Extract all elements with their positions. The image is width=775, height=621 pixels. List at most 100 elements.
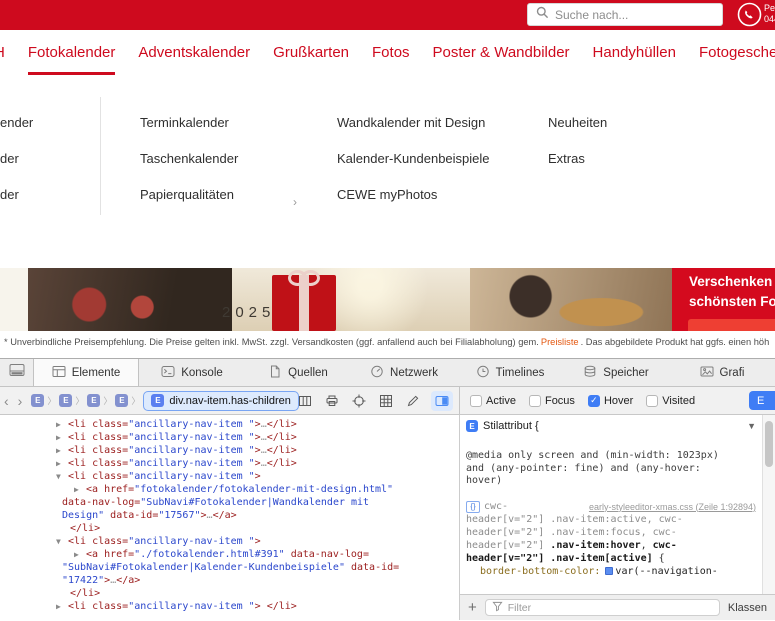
columns-icon[interactable] xyxy=(296,392,314,410)
dom-tree-row[interactable]: ▶<li class="ancillary-nav-item ">…</li> xyxy=(0,418,459,431)
megamenu-item[interactable]: der xyxy=(0,151,33,166)
element-badge[interactable]: E xyxy=(59,394,72,407)
code-token: "fotokalender/fotokalender-mit-design.ht… xyxy=(134,484,393,495)
media-query-line[interactable]: and (any-pointer: fine) and (any-hover: xyxy=(466,463,756,476)
nav-item-grußkarten[interactable]: Grußkarten xyxy=(273,30,349,75)
nav-item-fotos[interactable]: Fotos xyxy=(372,30,410,75)
dom-tree-row[interactable]: ▼<li class="ancillary-nav-item "> xyxy=(0,470,459,483)
pseudo-toggle-visited[interactable]: Visited xyxy=(646,395,695,407)
disclosure-triangle[interactable]: ▶ xyxy=(74,483,86,496)
megamenu-item[interactable]: ender xyxy=(0,115,33,130)
disclosure-triangle[interactable]: ▶ xyxy=(74,548,86,561)
disclosure-triangle[interactable]: ▶ xyxy=(56,457,68,470)
dom-tree-row[interactable]: "SubNavi#Fotokalender|Kalender-Kundenbei… xyxy=(0,561,459,574)
tab-timelines[interactable]: Timelines xyxy=(457,359,563,386)
scrollbar-thumb[interactable] xyxy=(765,421,773,467)
search-input[interactable]: Suche nach... xyxy=(527,3,723,26)
dock-side-button[interactable] xyxy=(0,359,33,386)
dom-tree-row[interactable]: ▶<li class="ancillary-nav-item ">…</li> xyxy=(0,444,459,457)
target-icon[interactable] xyxy=(350,392,368,410)
dom-tree-row[interactable]: data-nav-log="SubNavi#Fotokalender|Wandk… xyxy=(0,496,459,509)
nav-item-h[interactable]: H xyxy=(0,30,5,75)
nav-item-poster-wandbilder[interactable]: Poster & Wandbilder xyxy=(433,30,570,75)
panel-toggle-button[interactable]: E xyxy=(749,391,775,410)
megamenu-item[interactable]: der xyxy=(0,187,33,202)
price-list-link[interactable]: Preisliste xyxy=(541,337,579,347)
tab-konsole[interactable]: Konsole xyxy=(139,359,245,386)
nav-item-fotokalender[interactable]: Fotokalender xyxy=(28,30,116,75)
style-filter-input[interactable]: Filter xyxy=(485,599,720,616)
dom-tree-row[interactable]: Design" data-id="17567">…</a> xyxy=(0,509,459,522)
dom-tree-row[interactable]: </li> xyxy=(0,587,459,600)
promo-banner[interactable]: 2025 Verschenken S schönsten Fot xyxy=(0,268,775,331)
megamenu-item[interactable]: Papierqualitäten xyxy=(140,187,238,202)
dom-tree-row[interactable]: ▶<li class="ancillary-nav-item ">…</li> xyxy=(0,431,459,444)
dom-tree-row[interactable]: ▶<a href="./fotokalender.html#391" data-… xyxy=(0,548,459,561)
tab-label: Netzwerk xyxy=(390,367,438,379)
element-badge[interactable]: E xyxy=(31,394,44,407)
pseudo-toggle-focus[interactable]: Focus xyxy=(529,395,575,407)
disclosure-triangle[interactable]: ▶ xyxy=(56,600,68,613)
disclosure-triangle[interactable]: ▶ xyxy=(56,418,68,431)
megamenu-item[interactable]: Kalender-Kundenbeispiele xyxy=(337,151,490,166)
nav-item-handyhüllen[interactable]: Handyhüllen xyxy=(593,30,676,75)
promo-cta-button[interactable] xyxy=(688,319,775,331)
megamenu-item[interactable]: CEWE myPhotos xyxy=(337,187,490,202)
add-rule-button[interactable]: + xyxy=(468,600,477,615)
dom-tree-row[interactable]: ▼<li class="ancillary-nav-item "> xyxy=(0,535,459,548)
dom-tree-row[interactable]: ▶<li class="ancillary-nav-item ">…</li> xyxy=(0,457,459,470)
nav-item-adventskalender[interactable]: Adventskalender xyxy=(138,30,250,75)
tab-speicher[interactable]: Speicher xyxy=(563,359,669,386)
css-property-row[interactable]: border-bottom-color:var(--navigation- xyxy=(466,565,756,578)
stylesheet-source-link[interactable]: early-styleeditor-xmas.css (Zeile 1:9289… xyxy=(589,502,756,512)
checkbox-visited[interactable] xyxy=(646,395,658,407)
media-query-line[interactable]: hover) xyxy=(466,475,756,488)
megamenu-item[interactable]: Taschenkalender xyxy=(140,151,238,166)
dom-tree-row[interactable]: ▶<li class="ancillary-nav-item "> </li> xyxy=(0,600,459,613)
history-back-icon[interactable]: ‹ xyxy=(0,393,18,409)
tab-quellen[interactable]: Quellen xyxy=(245,359,351,386)
dom-tree-row[interactable]: "17422">…</a> xyxy=(0,574,459,587)
dom-tree-row[interactable]: ▶<a href="fotokalender/fotokalender-mit-… xyxy=(0,483,459,496)
styles-scrollbar[interactable] xyxy=(762,415,775,594)
css-selector-line[interactable]: header[v="2"] .nav-item:hover, cwc- xyxy=(466,539,756,552)
tab-elemente[interactable]: Elemente xyxy=(33,359,139,386)
megamenu-item[interactable]: Extras xyxy=(548,151,607,166)
disclosure-triangle[interactable]: ▶ xyxy=(56,444,68,457)
disclosure-triangle[interactable]: ▼ xyxy=(56,470,68,483)
checkbox-focus[interactable] xyxy=(529,395,541,407)
tab-grafi[interactable]: Grafi xyxy=(669,359,775,386)
checkbox-active[interactable] xyxy=(470,395,482,407)
css-variable-swatch[interactable] xyxy=(605,567,613,575)
checkbox-hover[interactable] xyxy=(588,395,600,407)
grid-icon[interactable] xyxy=(377,392,395,410)
disclosure-triangle[interactable]: ▼ xyxy=(56,535,68,548)
nav-item-fotogeschenke[interactable]: Fotogeschenke xyxy=(699,30,775,75)
megamenu-item[interactable]: Wandkalender mit Design xyxy=(337,115,490,130)
disclosure-triangle[interactable]: ▶ xyxy=(56,431,68,444)
css-rule-header[interactable]: {} cwc- early-styleeditor-xmas.css (Zeil… xyxy=(466,501,756,513)
classes-button[interactable]: Klassen xyxy=(728,602,767,614)
media-query-line[interactable]: @media only screen and (min-width: 1023p… xyxy=(466,450,756,463)
element-badge[interactable]: E xyxy=(87,394,100,407)
dom-tree-row[interactable]: </li> xyxy=(0,522,459,535)
phone-icon[interactable] xyxy=(737,2,762,27)
style-attribute-section[interactable]: E Stilattribut { xyxy=(466,420,756,432)
split-icon[interactable] xyxy=(431,391,453,411)
inspector-tab-bar: ElementeKonsoleQuellen Netzwerk TimelinesS… xyxy=(0,359,775,387)
history-forward-icon[interactable]: › xyxy=(18,393,32,409)
css-selector-line[interactable]: header[v="2"] .nav-item:active, cwc- xyxy=(466,513,756,526)
pseudo-toggle-active[interactable]: Active xyxy=(470,395,516,407)
element-badge[interactable]: E xyxy=(115,394,128,407)
megamenu-item[interactable]: Terminkalender xyxy=(140,115,238,130)
breadcrumb-selected-node[interactable]: E div.nav-item.has-children xyxy=(143,391,298,411)
css-selector-line[interactable]: header[v="2"] .nav-item:focus, cwc- xyxy=(466,526,756,539)
promo-panel[interactable]: Verschenken S schönsten Fot xyxy=(672,268,775,331)
draw-icon[interactable] xyxy=(404,392,422,410)
megamenu-item[interactable]: Neuheiten xyxy=(548,115,607,130)
print-icon[interactable] xyxy=(323,392,341,410)
css-selector-line[interactable]: header[v="2"] .nav-item[active] { xyxy=(466,552,756,565)
tab-netzwerk[interactable]: Netzwerk xyxy=(351,359,457,386)
pseudo-toggle-hover[interactable]: Hover xyxy=(588,395,633,407)
collapse-chevron-icon[interactable] xyxy=(747,421,756,431)
